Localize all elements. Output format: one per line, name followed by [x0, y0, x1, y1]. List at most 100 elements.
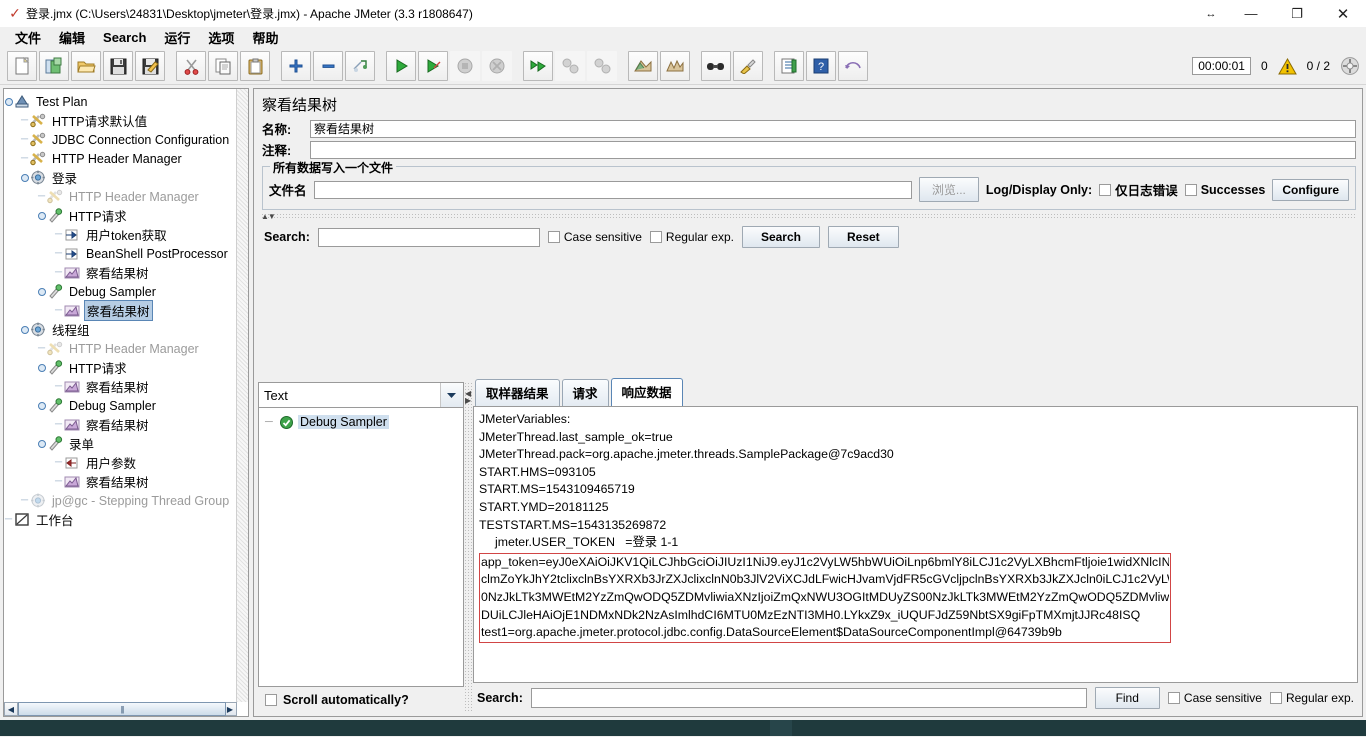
tree-node[interactable]: Debug Sampler [4, 282, 237, 301]
menu-help[interactable]: 帮助 [243, 26, 287, 49]
comment-input[interactable] [310, 140, 1356, 159]
top-regex-checkbox[interactable]: Regular exp. [649, 230, 734, 244]
chevron-down-icon[interactable] [440, 383, 463, 407]
maximize-button[interactable]: ❐ [1274, 0, 1320, 27]
tree-horizontal-scrollbar[interactable]: ◀ ||| ▶ [4, 702, 237, 716]
reset-button[interactable]: Reset [827, 226, 899, 248]
filename-input[interactable] [313, 180, 912, 199]
tree-node[interactable]: ─ 用户token获取 [4, 225, 237, 244]
cut-icon[interactable] [176, 51, 206, 81]
top-search-input[interactable] [317, 227, 540, 247]
clear-all-icon[interactable] [660, 51, 690, 81]
name-input[interactable] [310, 119, 1356, 138]
successes-box[interactable] [1184, 183, 1197, 196]
hscroll-thumb[interactable]: ||| [18, 702, 226, 716]
top-case-sensitive-box[interactable] [547, 231, 560, 243]
bottom-search-input[interactable] [530, 688, 1087, 708]
tab-request[interactable]: 请求 [561, 379, 609, 406]
panel-divider[interactable]: ▲▼ [261, 212, 1356, 221]
start-no-pause-icon[interactable] [418, 51, 448, 81]
tree-node[interactable]: HTTP请求 [4, 206, 237, 225]
bottom-case-sensitive-checkbox[interactable]: Case sensitive [1167, 691, 1262, 705]
menu-options[interactable]: 选项 [199, 26, 243, 49]
configure-button[interactable]: Configure [1272, 178, 1349, 201]
garbage-collect-icon[interactable] [1340, 56, 1360, 76]
tab-sampler-result[interactable]: 取样器结果 [475, 379, 560, 406]
errors-only-box[interactable] [1099, 183, 1112, 196]
new-icon[interactable] [7, 51, 37, 81]
tree-expand-handle-icon[interactable] [37, 363, 46, 372]
top-case-sensitive-checkbox[interactable]: Case sensitive [547, 230, 642, 244]
tree-vertical-scrollbar[interactable] [236, 89, 248, 702]
tree-expand-handle-icon[interactable] [37, 401, 46, 410]
bottom-regex-box[interactable] [1269, 692, 1282, 704]
tree-node[interactable]: Test Plan [4, 92, 237, 111]
tree-node[interactable]: ─ HTTP请求默认值 [4, 111, 237, 130]
bottom-case-sensitive-box[interactable] [1167, 692, 1180, 704]
results-vertical-splitter[interactable]: ◀ ▶ [464, 382, 473, 713]
save-as-icon[interactable] [135, 51, 165, 81]
tree-node[interactable]: ─ HTTP Header Manager [4, 149, 237, 168]
tree-node[interactable]: ─ 察看结果树 [4, 377, 237, 396]
tree-expand-handle-icon[interactable] [37, 211, 46, 220]
open-icon[interactable] [71, 51, 101, 81]
search-icon[interactable] [701, 51, 731, 81]
collapse-icon[interactable] [313, 51, 343, 81]
tree-node[interactable]: Debug Sampler [4, 396, 237, 415]
tree-node[interactable]: ─ 工作台 [4, 510, 237, 529]
copy-icon[interactable] [208, 51, 238, 81]
restore-down-icon[interactable]: ↔ [1194, 0, 1228, 27]
bottom-regex-checkbox[interactable]: Regular exp. [1269, 691, 1354, 705]
list-item[interactable]: ─ Debug Sampler [259, 413, 463, 431]
test-plan-tree[interactable]: Test Plan ─ HTTP请求默认值 ─ JDBC Connection Conf… [4, 89, 237, 702]
find-button[interactable]: Find [1094, 687, 1160, 709]
clear-icon[interactable] [628, 51, 658, 81]
start-remote-icon[interactable] [523, 51, 553, 81]
tree-node[interactable]: ─ 察看结果树 [4, 415, 237, 434]
tree-node[interactable]: ─ 察看结果树 [4, 263, 237, 282]
expand-icon[interactable] [281, 51, 311, 81]
warning-triangle-icon[interactable] [1277, 57, 1297, 75]
templates-icon[interactable] [39, 51, 69, 81]
start-icon[interactable] [386, 51, 416, 81]
tree-node[interactable]: 线程组 [4, 320, 237, 339]
tree-expand-handle-icon[interactable] [37, 439, 46, 448]
tree-node[interactable]: ─ 用户参数 [4, 453, 237, 472]
tree-expand-handle-icon[interactable] [20, 325, 29, 334]
close-button[interactable]: ✕ [1320, 0, 1366, 27]
successes-checkbox[interactable]: Successes [1184, 183, 1265, 197]
menu-edit[interactable]: 编辑 [50, 26, 94, 49]
tree-node[interactable]: HTTP请求 [4, 358, 237, 377]
tree-node[interactable]: ─ HTTP Header Manager [4, 187, 237, 206]
help-icon[interactable]: ? [806, 51, 836, 81]
search-button[interactable]: Search [741, 226, 820, 248]
tree-node[interactable]: ─ JDBC Connection Configuration [4, 130, 237, 149]
menu-search[interactable]: Search [94, 28, 155, 47]
menu-run[interactable]: 运行 [155, 26, 199, 49]
function-helper-icon[interactable] [774, 51, 804, 81]
tab-response-data[interactable]: 响应数据 [610, 378, 683, 406]
top-regex-box[interactable] [649, 231, 662, 243]
save-icon[interactable] [103, 51, 133, 81]
browse-button[interactable]: 浏览... [918, 177, 979, 202]
tree-expand-handle-icon[interactable] [37, 287, 46, 296]
renderer-combobox[interactable]: Text [258, 382, 464, 408]
minimize-button[interactable]: — [1228, 0, 1274, 27]
tree-node[interactable]: ─ 察看结果树 [4, 300, 237, 321]
hscroll-track[interactable]: ||| [18, 702, 226, 716]
tree-node[interactable]: 登录 [4, 168, 237, 187]
search-reset-icon[interactable] [733, 51, 763, 81]
scroll-automatically-checkbox[interactable] [265, 694, 277, 706]
tree-node[interactable]: ─ BeanShell PostProcessor [4, 244, 237, 263]
sample-result-list[interactable]: ─ Debug Sampler [258, 408, 464, 687]
toggle-icon[interactable] [345, 51, 375, 81]
errors-only-checkbox[interactable]: 仅日志错误 [1099, 180, 1178, 199]
menu-file[interactable]: 文件 [6, 26, 50, 49]
response-data-view[interactable]: JMeterVariables: JMeterThread.last_sample… [473, 406, 1358, 683]
tree-node[interactable]: ─ HTTP Header Manager [4, 339, 237, 358]
tree-node[interactable]: ─ 察看结果树 [4, 472, 237, 491]
paste-icon[interactable] [240, 51, 270, 81]
scroll-left-icon[interactable]: ◀ [4, 702, 18, 716]
tree-node[interactable]: 录单 [4, 434, 237, 453]
tree-expand-handle-icon[interactable] [4, 97, 13, 106]
